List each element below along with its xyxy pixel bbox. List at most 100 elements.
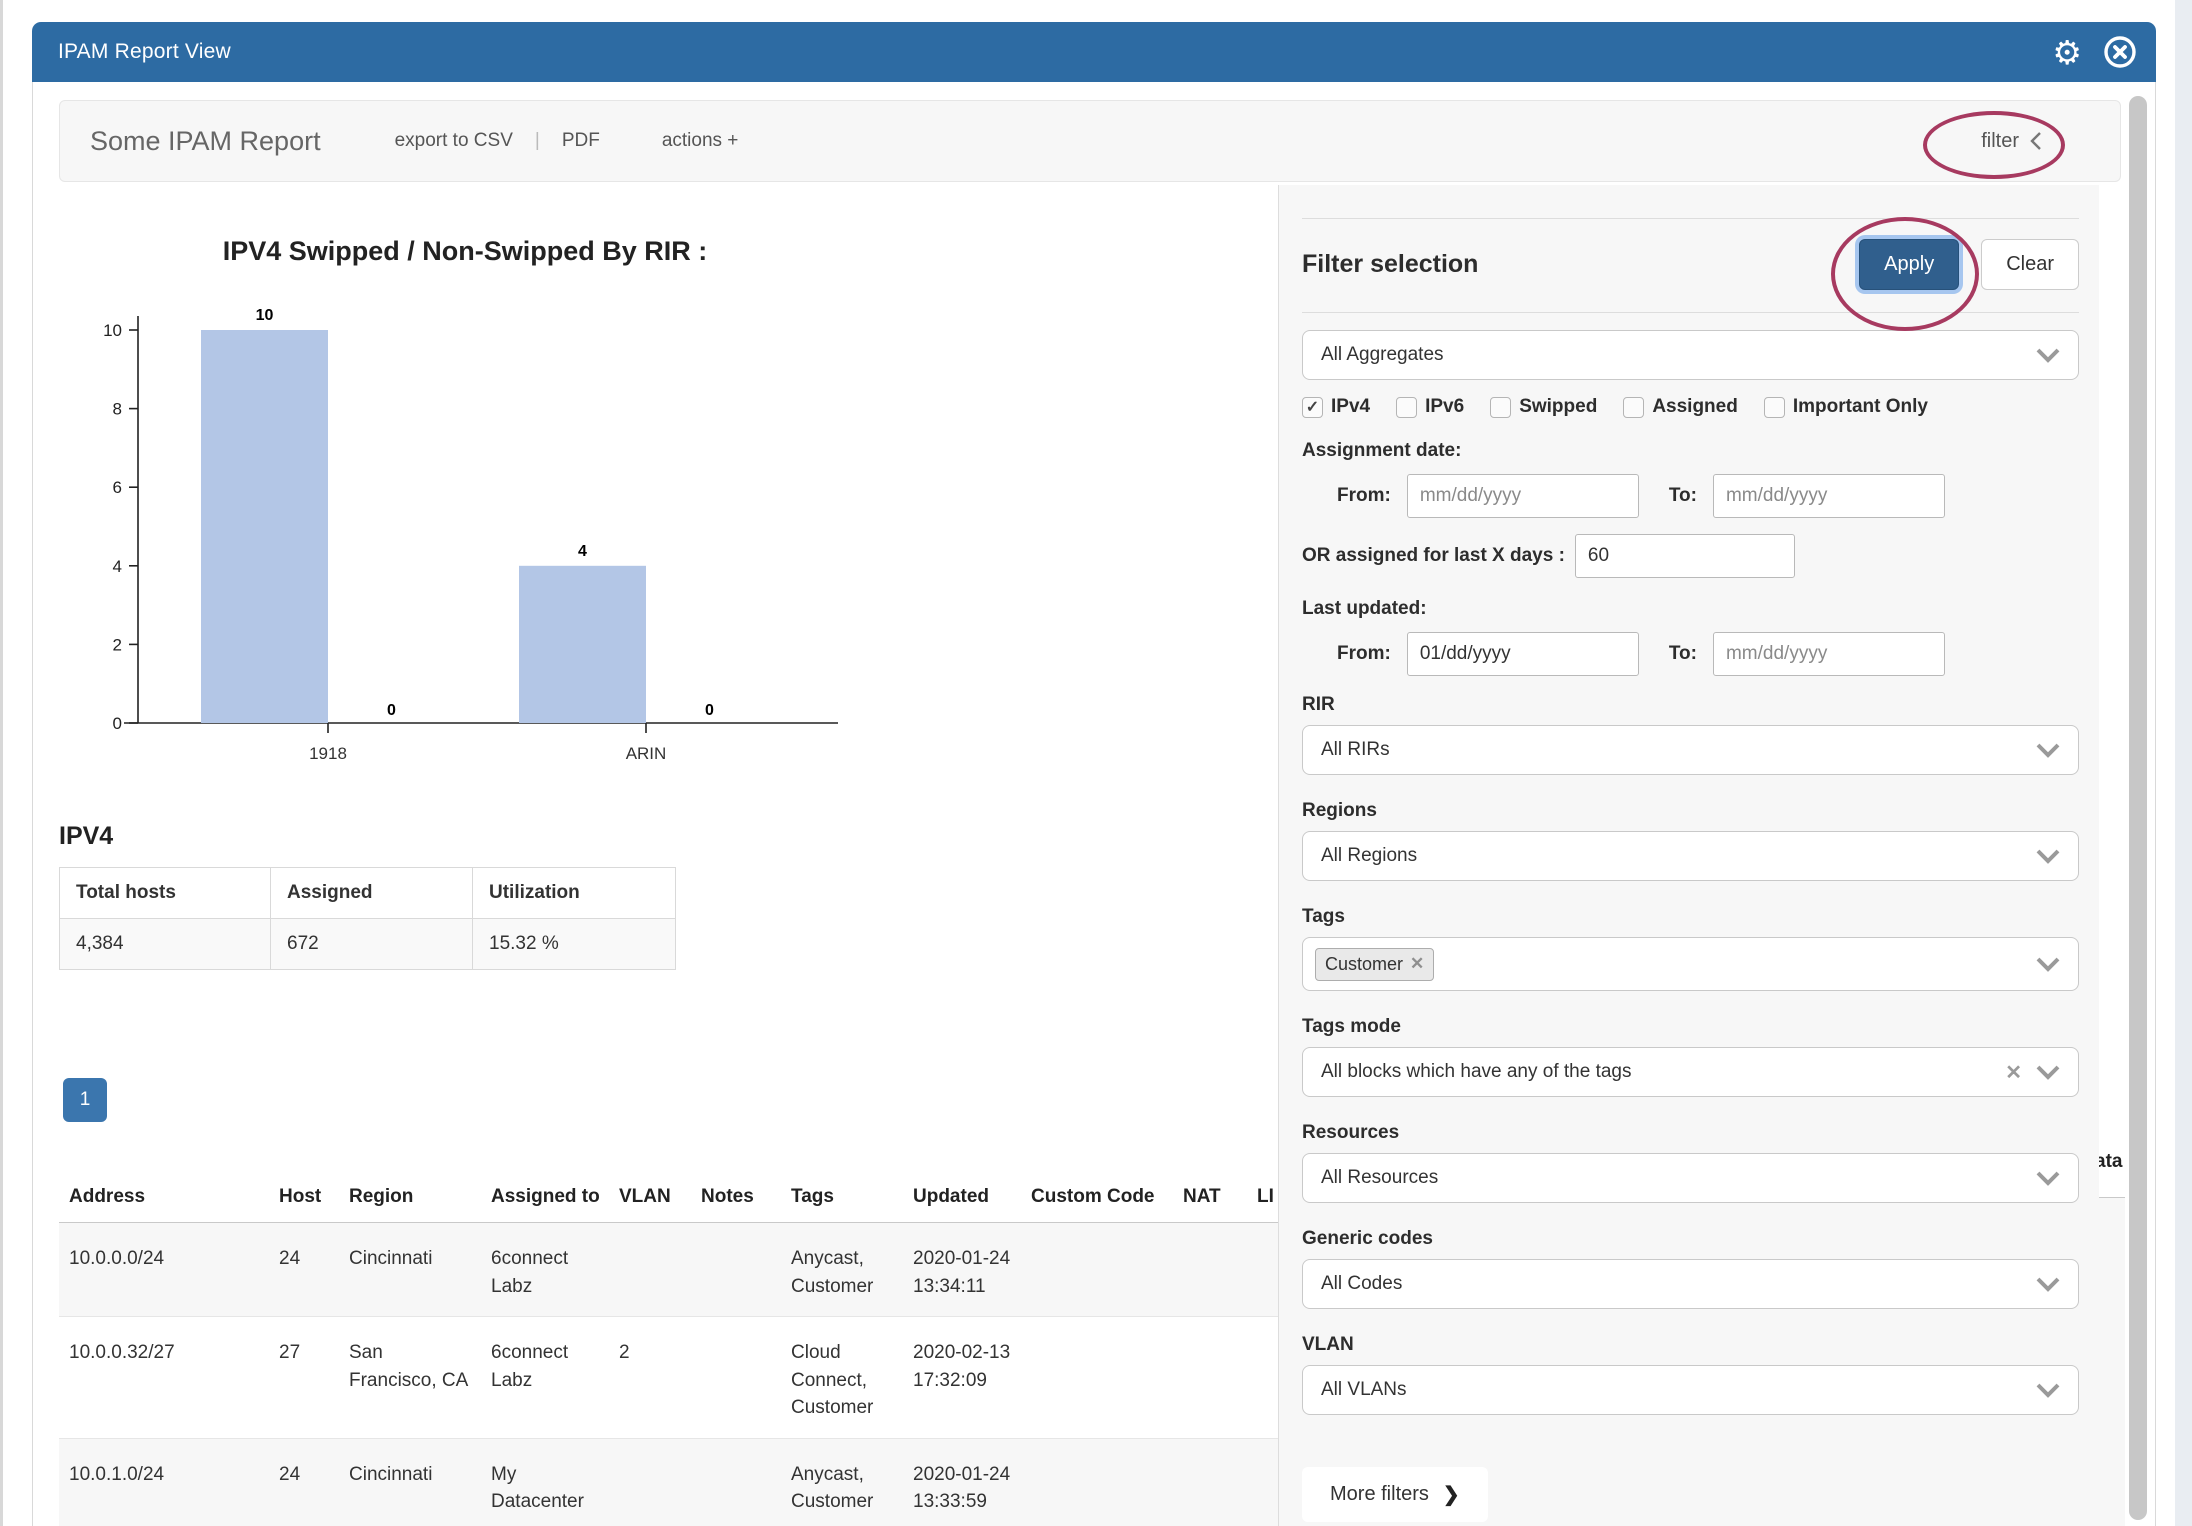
- regions-select[interactable]: All Regions: [1302, 831, 2079, 881]
- col-host[interactable]: Host: [269, 1174, 339, 1223]
- close-icon[interactable]: [2102, 34, 2138, 70]
- tag-chip-label: Customer: [1325, 954, 1403, 975]
- col-region[interactable]: Region: [339, 1174, 481, 1223]
- svg-text:6: 6: [113, 478, 122, 497]
- last-updated-to-label: To:: [1669, 643, 1697, 665]
- svg-text:10: 10: [103, 321, 122, 340]
- checkbox-swipped[interactable]: Swipped: [1490, 396, 1597, 418]
- svg-text:1918: 1918: [309, 744, 347, 763]
- page-right-edge: [2175, 0, 2192, 1526]
- rir-select[interactable]: All RIRs: [1302, 725, 2079, 775]
- checkbox-ipv6-box: [1396, 397, 1417, 418]
- scrollbar-thumb[interactable]: [2129, 96, 2147, 1520]
- col-assigned-to[interactable]: Assigned to: [481, 1174, 609, 1223]
- checkbox-important-only-box: [1764, 397, 1785, 418]
- vlan-select-value: All VLANs: [1321, 1379, 1407, 1401]
- svg-text:0: 0: [113, 714, 122, 733]
- clipped-row-background: [2099, 1198, 2125, 1526]
- assignment-date-label: Assignment date:: [1302, 440, 2079, 462]
- tags-select[interactable]: Customer ✕: [1302, 937, 2079, 991]
- type-checkbox-row: IPv4 IPv6 Swipped Assigned Important Onl…: [1302, 396, 2079, 418]
- cell-notes: [691, 1438, 781, 1526]
- svg-text:0: 0: [705, 702, 714, 719]
- resources-label: Resources: [1302, 1122, 2079, 1144]
- page-left-edge: [0, 0, 3, 1526]
- cell-address: 10.0.0.0/24: [59, 1223, 269, 1317]
- svg-text:8: 8: [113, 400, 122, 419]
- tag-chip-customer[interactable]: Customer ✕: [1315, 948, 1434, 981]
- last-updated-to-input[interactable]: [1713, 632, 1945, 676]
- chevron-down-icon: [2036, 1171, 2060, 1186]
- assignment-to-input[interactable]: [1713, 474, 1945, 518]
- checkbox-ipv6[interactable]: IPv6: [1396, 396, 1464, 418]
- or-days-input[interactable]: [1575, 534, 1795, 578]
- resources-select[interactable]: All Resources: [1302, 1153, 2079, 1203]
- assignment-from-input[interactable]: [1407, 474, 1639, 518]
- col-vlan[interactable]: VLAN: [609, 1174, 691, 1223]
- table-row[interactable]: 10.0.0.32/27 27 San Francisco, CA 6conne…: [59, 1317, 1307, 1439]
- checkbox-ipv6-label: IPv6: [1425, 396, 1464, 418]
- cell-custom-code: [1021, 1438, 1173, 1526]
- apply-button[interactable]: Apply: [1859, 239, 1959, 290]
- checkbox-ipv4-label: IPv4: [1331, 396, 1370, 418]
- checkbox-ipv4[interactable]: IPv4: [1302, 396, 1370, 418]
- cell-assigned-to: My Datacenter: [481, 1438, 609, 1526]
- filter-toggle[interactable]: filter: [1981, 130, 2042, 153]
- aggregates-select[interactable]: All Aggregates: [1302, 330, 2079, 380]
- panel-divider: [1302, 312, 2079, 313]
- table-edge-sliver: ata: [2099, 1110, 2125, 1526]
- cell-address: 10.0.1.0/24: [59, 1438, 269, 1526]
- rir-bar-chart: IPV4 Swipped / Non-Swipped By RIR :02468…: [61, 202, 941, 802]
- clear-selection-icon[interactable]: ✕: [2005, 1060, 2022, 1085]
- last-updated-row: From: To:: [1302, 632, 2079, 676]
- table-row[interactable]: 10.0.1.0/24 24 Cincinnati My Datacenter …: [59, 1438, 1307, 1526]
- actions-menu[interactable]: actions +: [662, 130, 739, 152]
- cell-address: 10.0.0.32/27: [59, 1317, 269, 1439]
- cell-updated: 2020-02-13 17:32:09: [903, 1317, 1021, 1439]
- export-pdf-link[interactable]: PDF: [562, 130, 600, 152]
- cell-assigned-to: 6connect Labz: [481, 1223, 609, 1317]
- window-body: Some IPAM Report export to CSV | PDF act…: [32, 82, 2156, 1526]
- chevron-left-icon: [2029, 131, 2042, 151]
- checkbox-important-only-label: Important Only: [1793, 396, 1928, 418]
- vlan-select[interactable]: All VLANs: [1302, 1365, 2079, 1415]
- col-custom-code[interactable]: Custom Code: [1021, 1174, 1173, 1223]
- cell-assigned-to: 6connect Labz: [481, 1317, 609, 1439]
- assignment-to-label: To:: [1669, 485, 1697, 507]
- col-updated[interactable]: Updated: [903, 1174, 1021, 1223]
- checkbox-ipv4-box: [1302, 397, 1323, 418]
- checkbox-important-only[interactable]: Important Only: [1764, 396, 1928, 418]
- last-updated-label: Last updated:: [1302, 598, 2079, 620]
- cell-notes: [691, 1223, 781, 1317]
- filter-panel-heading: Filter selection: [1302, 250, 1478, 279]
- col-notes[interactable]: Notes: [691, 1174, 781, 1223]
- cell-nat: [1173, 1438, 1247, 1526]
- chevron-down-icon: [2036, 743, 2060, 758]
- tags-label: Tags: [1302, 906, 2079, 928]
- gear-icon[interactable]: ⚙: [2052, 36, 2082, 69]
- summary-col-assigned: Assigned: [271, 868, 473, 919]
- clear-button[interactable]: Clear: [1981, 239, 2079, 290]
- toolbar-separator: |: [535, 130, 540, 152]
- ipv4-summary-section: IPV4 Total hosts Assigned Utilization 4,…: [59, 822, 676, 970]
- vertical-scrollbar[interactable]: [2129, 96, 2147, 1520]
- table-row[interactable]: 10.0.0.0/24 24 Cincinnati 6connect Labz …: [59, 1223, 1307, 1317]
- col-nat[interactable]: NAT: [1173, 1174, 1247, 1223]
- cell-tags: Anycast, Customer: [781, 1223, 903, 1317]
- table-header-row: Address Host Region Assigned to VLAN Not…: [59, 1174, 1307, 1223]
- col-address[interactable]: Address: [59, 1174, 269, 1223]
- tags-mode-select[interactable]: All blocks which have any of the tags ✕: [1302, 1047, 2079, 1097]
- checkbox-assigned[interactable]: Assigned: [1623, 396, 1738, 418]
- window-title: IPAM Report View: [58, 40, 231, 64]
- export-csv-link[interactable]: export to CSV: [395, 130, 513, 152]
- remove-tag-icon[interactable]: ✕: [1410, 954, 1424, 974]
- ipv4-summary-table: Total hosts Assigned Utilization 4,384 6…: [59, 867, 676, 970]
- more-filters-button[interactable]: More filters ❯: [1302, 1467, 1488, 1522]
- last-updated-from-input[interactable]: [1407, 632, 1639, 676]
- col-tags[interactable]: Tags: [781, 1174, 903, 1223]
- checkbox-assigned-label: Assigned: [1652, 396, 1738, 418]
- window-titlebar: IPAM Report View ⚙: [32, 22, 2156, 82]
- pagination-page-1[interactable]: 1: [63, 1078, 107, 1122]
- generic-codes-select[interactable]: All Codes: [1302, 1259, 2079, 1309]
- vlan-label: VLAN: [1302, 1334, 2079, 1356]
